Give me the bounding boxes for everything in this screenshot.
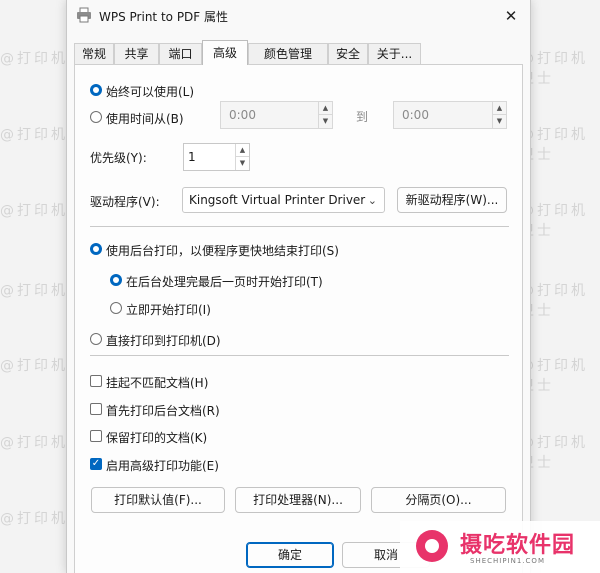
driver-select[interactable]: Kingsoft Virtual Printer Driver ⌄ [182,187,385,213]
always-available-label: 始终可以使用(L) [106,85,195,99]
print-spooled-first-checkbox[interactable] [90,403,102,415]
checkmark-icon: ✓ [91,458,101,469]
spool-label: 使用后台打印，以便程序更快地结束打印(S) [106,244,339,258]
time-from-value: 0:00 [229,108,256,122]
print-processor-button[interactable]: 打印处理器(N)... [235,487,361,513]
brand-url: SHECHIPIN1.COM [470,557,545,565]
printing-defaults-button[interactable]: 打印默认值(F)... [91,487,225,513]
always-available-radio[interactable] [90,84,102,96]
available-from-label: 使用时间从(B) [106,112,184,126]
available-from-radio[interactable] [90,111,102,123]
to-label: 到 [356,110,369,124]
divider [90,226,509,227]
window-title: WPS Print to PDF 属性 [99,10,229,24]
priority-down-icon[interactable]: ▼ [235,157,249,170]
watermark: @打印机卫士 [520,283,588,319]
start-immediately-label: 立即开始打印(I) [126,303,211,317]
printer-properties-dialog: WPS Print to PDF 属性 ✕ 常规 共享 端口 高级 颜色管理 安… [66,0,531,573]
advanced-features-label: 启用高级打印功能(E) [106,459,219,473]
watermark: @打印机卫士 [520,435,588,471]
close-icon: ✕ [504,7,518,25]
start-after-last-page-label: 在后台处理完最后一页时开始打印(T) [126,275,323,289]
priority-stepper[interactable]: 1 ▲ ▼ [183,143,250,171]
printer-icon [77,7,91,23]
print-direct-radio[interactable] [90,333,102,345]
keep-printed-label: 保留打印的文档(K) [106,431,208,445]
time-to-field[interactable]: 0:00 ▲ ▼ [393,101,507,129]
watermark: @打印机卫士 [520,127,588,163]
spool-radio[interactable] [90,243,102,255]
driver-label: 驱动程序(V): [90,195,160,209]
time-to-down-icon[interactable]: ▼ [492,115,506,128]
keep-printed-checkbox[interactable] [90,430,102,442]
watermark: @打印机卫士 [520,203,588,239]
tab-about[interactable]: 关于... [368,43,421,64]
time-from-field[interactable]: 0:00 ▲ ▼ [220,101,333,129]
brand-name: 摄吃软件园 [460,533,576,558]
hold-mismatched-checkbox[interactable] [90,375,102,387]
driver-selected-value: Kingsoft Virtual Printer Driver [189,193,366,207]
start-immediately-radio[interactable] [110,302,122,314]
separator-page-button[interactable]: 分隔页(O)... [371,487,506,513]
start-after-last-page-radio[interactable] [110,274,122,286]
time-to-up-icon[interactable]: ▲ [492,102,506,115]
advanced-features-checkbox[interactable]: ✓ [90,458,102,470]
ok-button[interactable]: 确定 [246,542,334,568]
title-bar: WPS Print to PDF 属性 ✕ [67,0,530,32]
new-driver-button[interactable]: 新驱动程序(W)... [397,187,507,213]
print-direct-label: 直接打印到打印机(D) [106,334,221,348]
print-spooled-first-label: 首先打印后台文档(R) [106,404,220,418]
watermark: @打印机卫士 [520,358,588,394]
brand-watermark: 摄吃软件园 SHECHIPIN1.COM [400,521,600,573]
tab-ports[interactable]: 端口 [159,43,202,64]
time-to-value: 0:00 [402,108,429,122]
hold-mismatched-label: 挂起不匹配文档(H) [106,376,209,390]
time-from-up-icon[interactable]: ▲ [318,102,332,115]
priority-value: 1 [188,150,196,164]
priority-up-icon[interactable]: ▲ [235,144,249,157]
tab-sharing[interactable]: 共享 [114,43,159,64]
chevron-down-icon: ⌄ [367,194,377,207]
tab-advanced[interactable]: 高级 [202,40,248,65]
tab-general[interactable]: 常规 [74,43,114,64]
tab-color-management[interactable]: 颜色管理 [248,43,328,64]
advanced-panel: 始终可以使用(L) 使用时间从(B) 0:00 ▲ ▼ 到 0:00 ▲ ▼ 优… [74,64,523,573]
tab-security[interactable]: 安全 [328,43,368,64]
divider [90,355,509,356]
close-button[interactable]: ✕ [498,3,524,29]
time-from-down-icon[interactable]: ▼ [318,115,332,128]
priority-label: 优先级(Y): [90,151,147,165]
brand-logo-icon [416,530,448,562]
watermark: @打印机卫士 [520,51,588,87]
